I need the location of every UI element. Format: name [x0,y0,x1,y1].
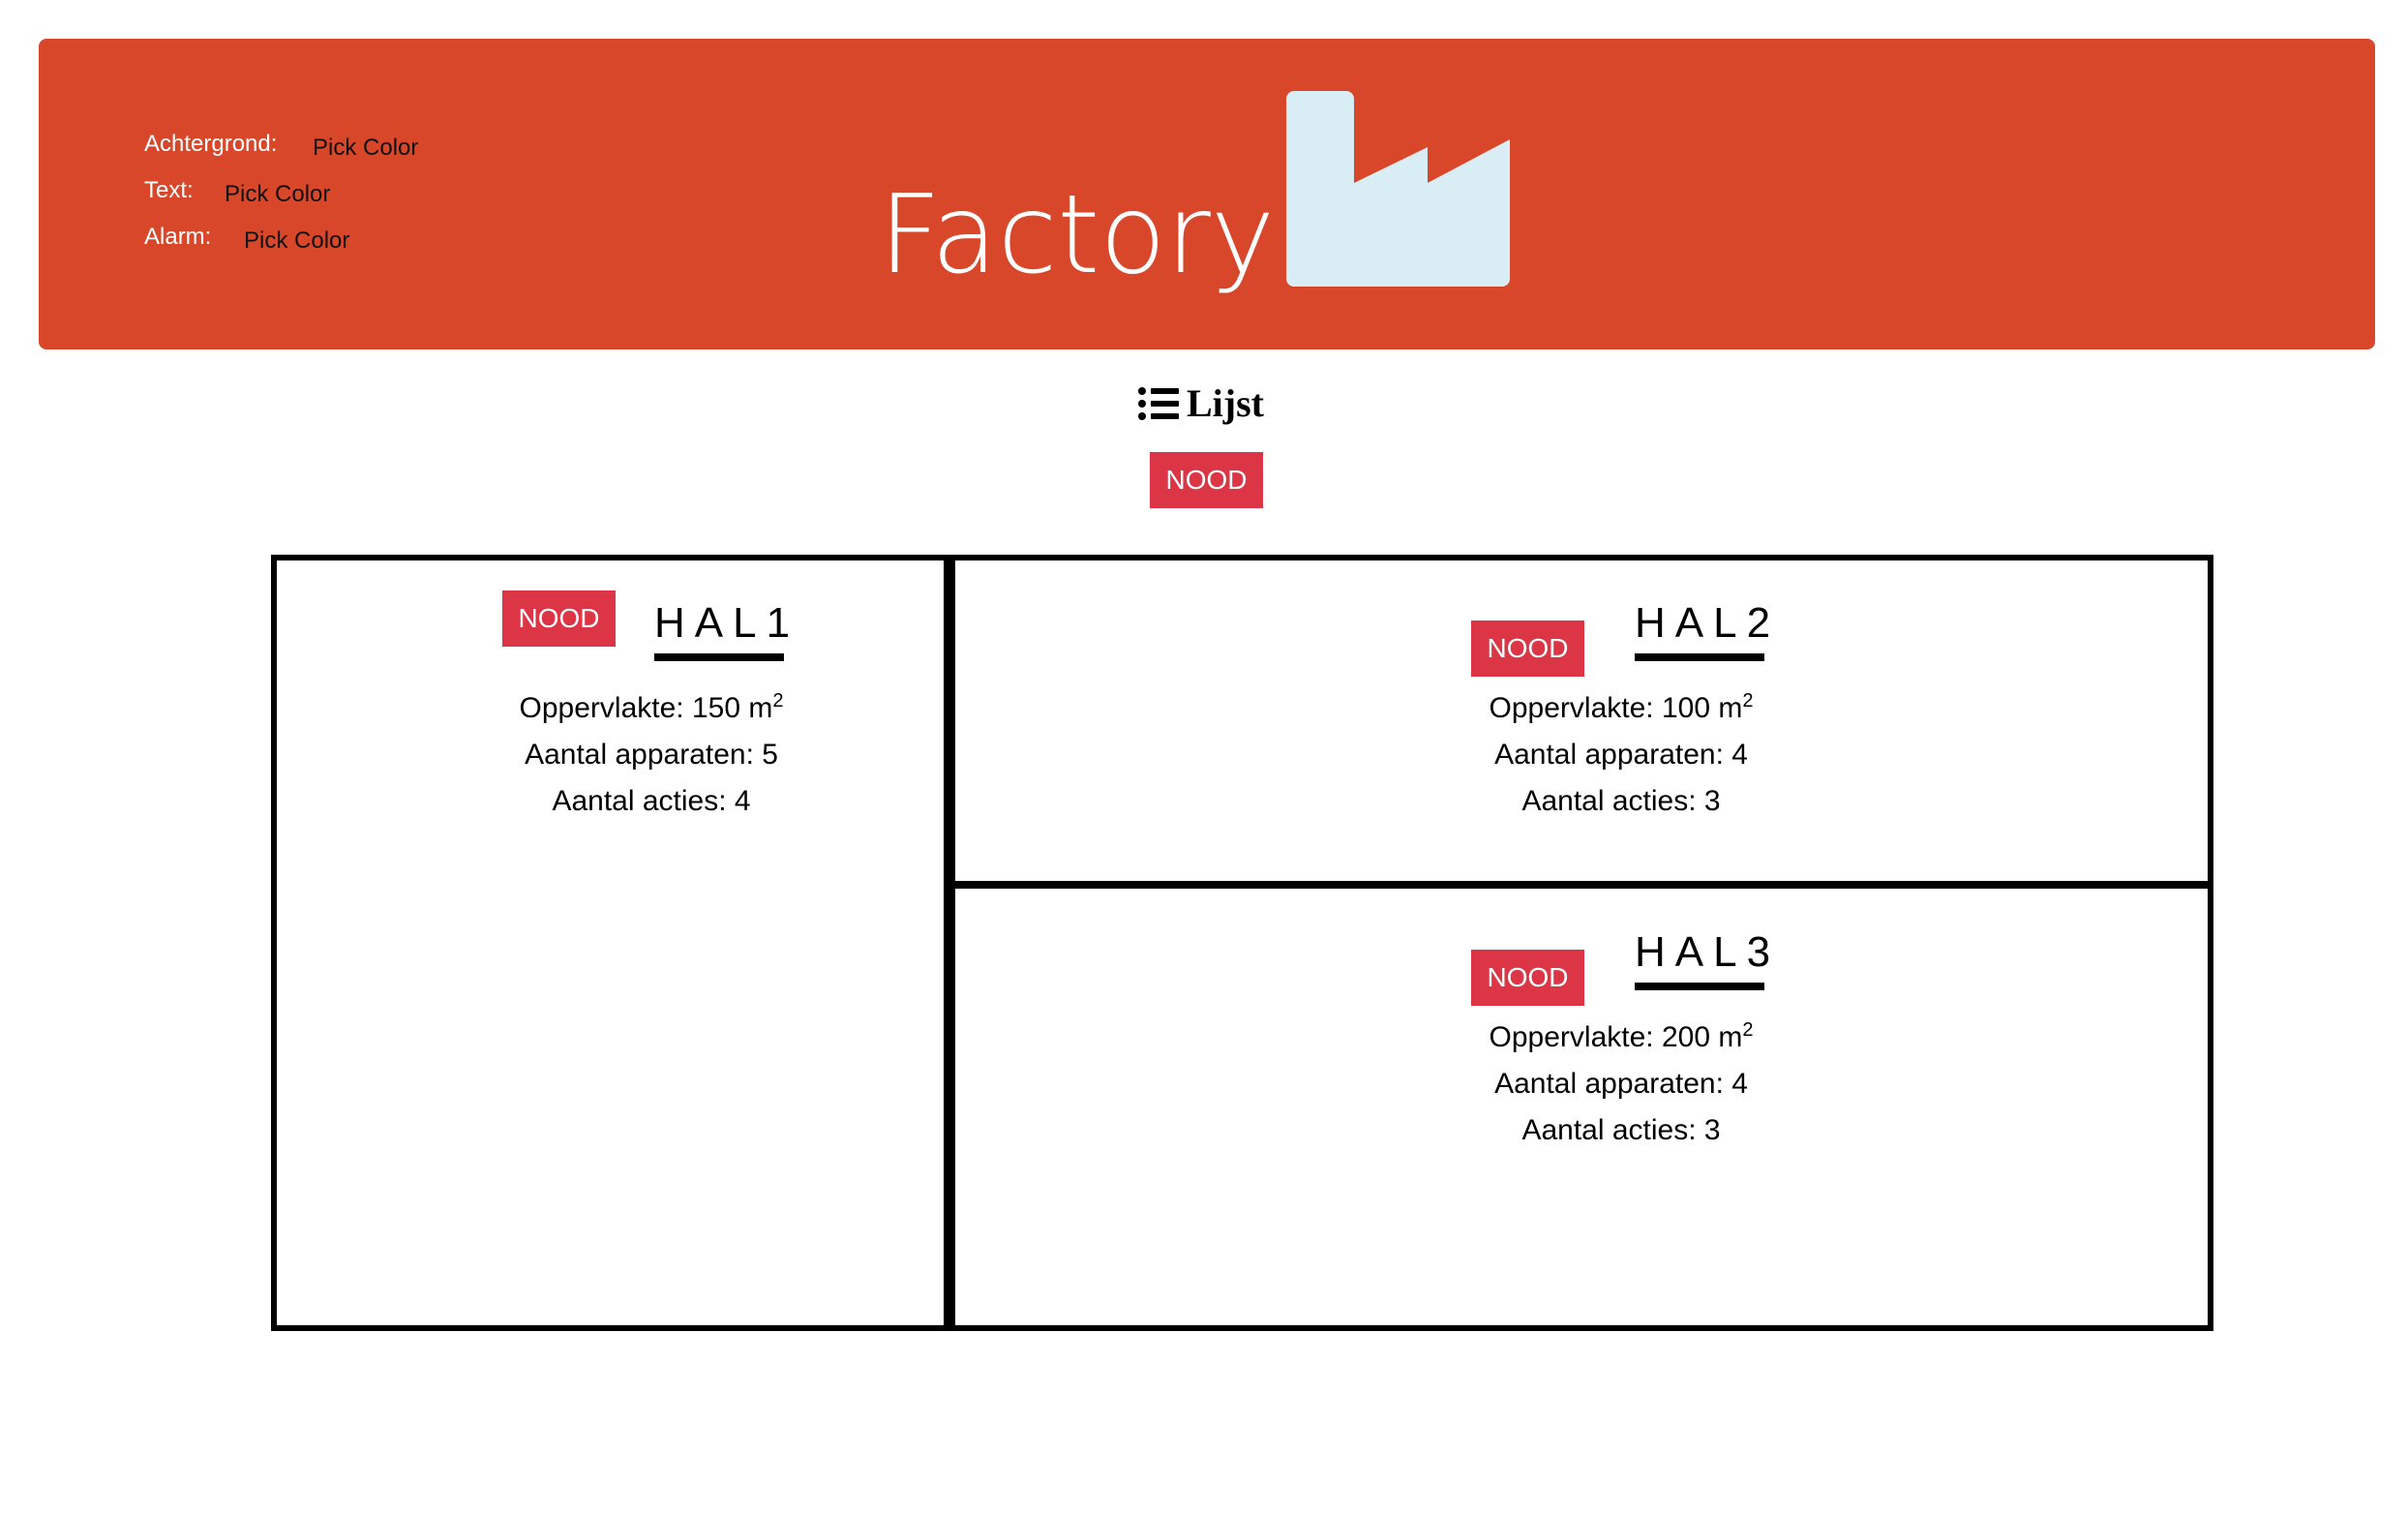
color-picker-alarm: Alarm: Pick Color [144,223,349,254]
color-picker-text-label: Text: [144,177,194,203]
hall-action-count: Aantal acties: 3 [1521,1114,1721,1146]
page-title: Factory [879,172,1276,298]
hall-action-count: Aantal acties: 4 [552,785,751,817]
color-picker-background: Achtergrond: Pick Color [144,130,418,161]
pick-background-color-button[interactable]: Pick Color [313,134,418,163]
emergency-hal2-button[interactable]: NOOD [1471,621,1584,677]
color-picker-alarm-label: Alarm: [144,224,212,250]
hall-title-underline [654,653,784,661]
hall-title-underline [1635,653,1764,661]
color-picker-text: Text: Pick Color [144,176,330,207]
hall-area: Oppervlakte: 200 m2 [1489,1019,1754,1053]
list-view-label: Lijst [1187,381,1264,425]
hall-title-hal2: HAL2 [1635,599,1781,647]
hall-action-count: Aantal acties: 3 [1521,785,1721,817]
hall-device-count: Aantal apparaten: 5 [525,739,778,771]
hall-device-count: Aantal apparaten: 4 [1494,739,1748,771]
header-banner: Achtergrond: Pick Color Text: Pick Color… [39,39,2375,349]
hall-info-hal1: Oppervlakte: 150 m2 Aantal apparaten: 5 … [281,685,1022,825]
factory-icon [1286,91,1510,287]
list-view-link[interactable]: Lijst [1138,378,1264,430]
hall-info-hal3: Oppervlakte: 200 m2 Aantal apparaten: 4 … [1249,1014,1994,1154]
hall-title-hal3: HAL3 [1635,928,1781,976]
hall-panel-hal1[interactable] [271,555,950,1331]
emergency-all-button[interactable]: NOOD [1150,452,1263,508]
hall-info-hal2: Oppervlakte: 100 m2 Aantal apparaten: 4 … [1249,685,1994,825]
pick-text-color-button[interactable]: Pick Color [225,180,330,209]
hall-area: Oppervlakte: 100 m2 [1489,690,1754,724]
hall-device-count: Aantal apparaten: 4 [1494,1068,1748,1100]
pick-alarm-color-button[interactable]: Pick Color [244,227,349,256]
hall-title-hal1: HAL1 [654,599,800,647]
hall-title-underline [1635,983,1764,990]
list-icon [1138,387,1179,420]
emergency-hal3-button[interactable]: NOOD [1471,950,1584,1006]
hall-area: Oppervlakte: 150 m2 [519,690,784,724]
emergency-hal1-button[interactable]: NOOD [502,590,616,647]
color-picker-background-label: Achtergrond: [144,131,278,157]
